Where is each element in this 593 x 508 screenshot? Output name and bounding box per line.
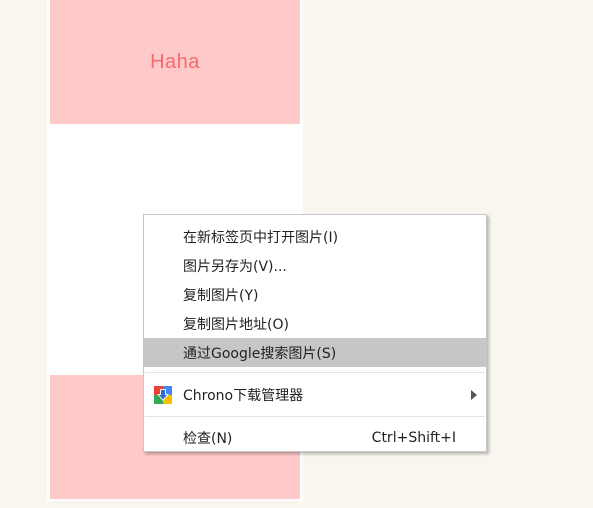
menu-item-open-image-new-tab[interactable]: 在新标签页中打开图片(I) (144, 222, 486, 251)
menu-item-inspect[interactable]: 检查(N) Ctrl+Shift+I (144, 423, 486, 452)
menu-separator (145, 416, 485, 417)
menu-item-copy-image-address[interactable]: 复制图片地址(O) (144, 309, 486, 338)
image-tile-top[interactable]: Haha (50, 0, 300, 124)
menu-item-label: 在新标签页中打开图片(I) (183, 229, 339, 246)
menu-item-search-google-image[interactable]: 通过Google搜索图片(S) (144, 338, 486, 367)
menu-item-copy-image[interactable]: 复制图片(Y) (144, 280, 486, 309)
chrono-extension-icon (154, 386, 172, 404)
menu-item-save-image-as[interactable]: 图片另存为(V)... (144, 251, 486, 280)
submenu-arrow-icon (471, 390, 477, 400)
menu-item-label: Chrono下载管理器 (183, 388, 304, 404)
menu-item-chrono-download-manager[interactable]: Chrono下载管理器 (144, 379, 486, 411)
context-menu: 在新标签页中打开图片(I) 图片另存为(V)... 复制图片(Y) 复制图片地址… (143, 214, 487, 452)
page-canvas: Haha 在新标签页中打开图片(I) 图片另存为(V)... 复制图片(Y) 复… (0, 0, 593, 508)
menu-item-label: 图片另存为(V)... (183, 258, 287, 275)
menu-item-label: 检查(N) (183, 430, 233, 447)
menu-item-shortcut: Ctrl+Shift+I (371, 429, 456, 446)
menu-separator (145, 372, 485, 373)
menu-item-label: 复制图片地址(O) (183, 316, 289, 333)
tile-text: Haha (150, 50, 200, 73)
menu-item-label: 通过Google搜索图片(S) (183, 345, 337, 362)
menu-item-label: 复制图片(Y) (183, 287, 259, 304)
